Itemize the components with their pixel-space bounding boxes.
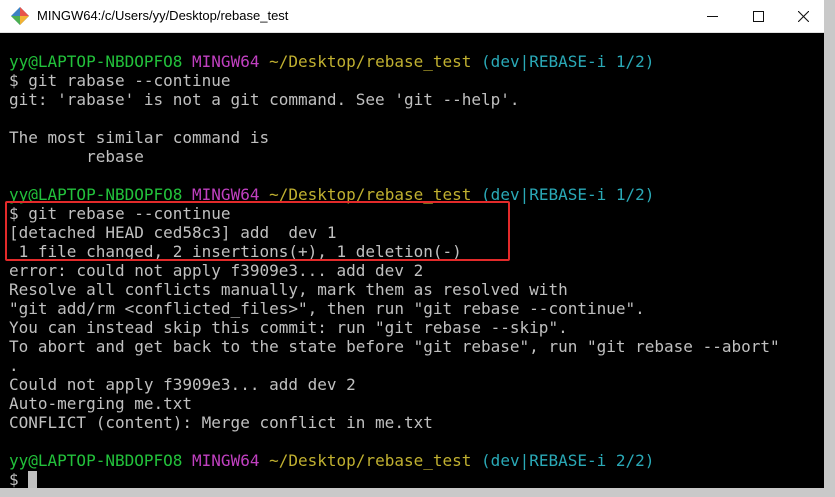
output-text: Auto-merging me.txt	[9, 394, 193, 413]
terminal-line: $ git rabase --continue	[9, 71, 824, 90]
terminal-line: To abort and get back to the state befor…	[9, 337, 824, 356]
terminal-line: rebase	[9, 147, 824, 166]
desktop-strip	[0, 488, 824, 497]
text-cursor	[28, 471, 38, 488]
terminal-window: MINGW64:/c/Users/yy/Desktop/rebase_test …	[0, 0, 824, 497]
terminal-line: error: could not apply f3909e3... add de…	[9, 261, 824, 280]
output-text: $	[9, 470, 29, 489]
terminal-line: Could not apply f3909e3... add dev 2	[9, 375, 824, 394]
prompt-segment: MINGW64	[192, 52, 260, 71]
minimize-button[interactable]	[690, 0, 735, 32]
output-text: Could not apply f3909e3... add dev 2	[9, 375, 356, 394]
terminal-line: You can instead skip this commit: run "g…	[9, 318, 824, 337]
maximize-button[interactable]	[736, 0, 781, 32]
output-text: CONFLICT (content): Merge conflict in me…	[9, 413, 433, 432]
prompt-segment: (dev|REBASE-i 1/2)	[481, 52, 655, 71]
terminal-line: git: 'rabase' is not a git command. See …	[9, 90, 824, 109]
terminal-line: Resolve all conflicts manually, mark the…	[9, 280, 824, 299]
minimize-icon	[707, 15, 718, 17]
terminal-line: CONFLICT (content): Merge conflict in me…	[9, 413, 824, 432]
highlight-box	[5, 201, 510, 261]
terminal-line: yy@LAPTOP-NBDOPFO8 MINGW64 ~/Desktop/reb…	[9, 451, 824, 470]
prompt-segment: (dev|REBASE-i 2/2)	[481, 451, 655, 470]
terminal-line: yy@LAPTOP-NBDOPFO8 MINGW64 ~/Desktop/reb…	[9, 52, 824, 71]
output-text: The most similar command is	[9, 128, 270, 147]
prompt-segment: ~/Desktop/rebase_test	[269, 451, 472, 470]
prompt-segment: ~/Desktop/rebase_test	[269, 52, 472, 71]
prompt-segment: MINGW64	[192, 451, 260, 470]
output-text: error: could not apply f3909e3... add de…	[9, 261, 424, 280]
output-text: rebase	[9, 147, 144, 166]
mingw-diamond-icon	[11, 7, 29, 25]
maximize-icon	[753, 10, 764, 22]
prompt-segment: yy@LAPTOP-NBDOPFO8	[9, 52, 183, 71]
output-text: Resolve all conflicts manually, mark the…	[9, 280, 568, 299]
output-text: .	[9, 356, 19, 375]
title-bar[interactable]: MINGW64:/c/Users/yy/Desktop/rebase_test	[0, 0, 824, 33]
close-icon	[798, 10, 809, 22]
terminal-line: $	[9, 470, 824, 489]
output-text: You can instead skip this commit: run "g…	[9, 318, 568, 337]
terminal-line: "git add/rm <conflicted_files>", then ru…	[9, 299, 824, 318]
output-text: git: 'rabase' is not a git command. See …	[9, 90, 520, 109]
output-text: To abort and get back to the state befor…	[9, 337, 780, 356]
desktop-edge	[824, 0, 835, 497]
terminal-output[interactable]: yy@LAPTOP-NBDOPFO8 MINGW64 ~/Desktop/reb…	[9, 52, 824, 489]
output-text: $ git rabase --continue	[9, 71, 231, 90]
terminal-line: Auto-merging me.txt	[9, 394, 824, 413]
terminal-line: The most similar command is	[9, 128, 824, 147]
terminal-line: .	[9, 356, 824, 375]
prompt-segment: yy@LAPTOP-NBDOPFO8	[9, 451, 183, 470]
window-title: MINGW64:/c/Users/yy/Desktop/rebase_test	[37, 8, 289, 23]
output-text: "git add/rm <conflicted_files>", then ru…	[9, 299, 645, 318]
close-button[interactable]	[781, 0, 824, 32]
